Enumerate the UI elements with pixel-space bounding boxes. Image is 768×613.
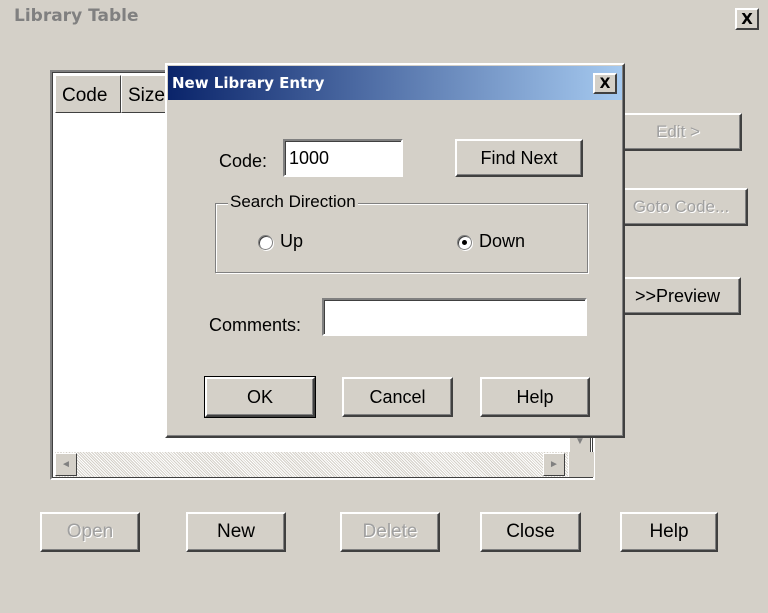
scrollbar-corner	[569, 452, 594, 477]
ok-button[interactable]: OK	[204, 376, 316, 418]
scroll-left-button[interactable]: ◄	[55, 453, 77, 476]
dialog-help-button[interactable]: Help	[480, 377, 590, 417]
dialog-titlebar[interactable]: New Library Entry X	[168, 66, 622, 100]
cancel-button[interactable]: Cancel	[342, 377, 453, 417]
code-label: Code:	[219, 151, 268, 171]
dialog-close-button[interactable]: X	[593, 73, 617, 94]
comments-label: Comments:	[209, 315, 302, 335]
chevron-left-icon: ◄	[61, 459, 71, 470]
window-close-button[interactable]: X	[735, 8, 759, 30]
radio-up[interactable]	[258, 235, 273, 250]
close-icon: X	[599, 75, 611, 92]
horizontal-scrollbar[interactable]	[55, 452, 568, 477]
dialog-title: New Library Entry	[172, 74, 325, 92]
preview-button[interactable]: >>Preview	[614, 277, 741, 315]
delete-button[interactable]: Delete	[340, 512, 440, 552]
new-button[interactable]: New	[186, 512, 286, 552]
comments-input[interactable]	[322, 298, 587, 336]
column-header-code[interactable]: Code	[55, 75, 121, 113]
window-titlebar: Library Table X	[0, 0, 768, 32]
radio-down[interactable]	[457, 235, 472, 250]
new-library-entry-dialog: New Library Entry X Code: Find Next Sear…	[165, 63, 625, 438]
search-direction-label: Search Direction	[228, 192, 358, 212]
close-icon: X	[741, 10, 753, 28]
window-title: Library Table	[14, 6, 139, 26]
goto-code-button[interactable]: Goto Code...	[614, 188, 748, 226]
chevron-right-icon: ►	[549, 459, 559, 470]
radio-up-label[interactable]: Up	[280, 231, 303, 252]
help-button[interactable]: Help	[620, 512, 718, 552]
close-button[interactable]: Close	[480, 512, 581, 552]
search-direction-group: Search Direction Up Down	[215, 192, 588, 273]
code-input[interactable]	[283, 139, 403, 177]
radio-down-label[interactable]: Down	[479, 231, 525, 252]
scroll-right-button[interactable]: ►	[543, 453, 565, 476]
edit-button[interactable]: Edit >	[614, 113, 742, 151]
open-button[interactable]: Open	[40, 512, 140, 552]
find-next-button[interactable]: Find Next	[455, 139, 583, 177]
